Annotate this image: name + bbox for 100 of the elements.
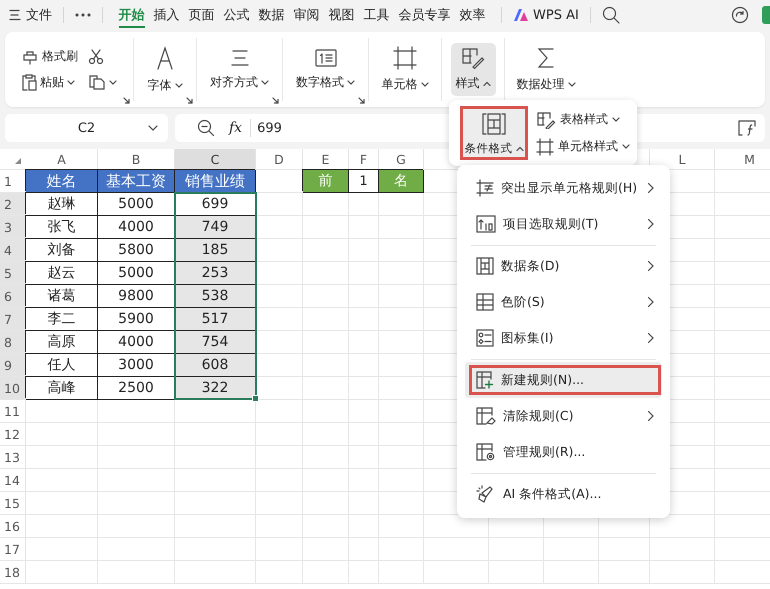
menu-item[interactable]: 管理规则(R)...	[465, 434, 662, 470]
format-painter-button[interactable]: 格式刷	[21, 48, 78, 65]
row-header[interactable]: 14	[0, 469, 26, 491]
table-cell: 749	[175, 216, 256, 238]
format-painter-icon	[21, 48, 39, 64]
table-style-button[interactable]: 表格样式	[536, 110, 630, 128]
label-cell: 名	[379, 170, 424, 192]
top-rules-icon	[476, 215, 496, 233]
zoom-out-icon	[197, 119, 215, 137]
row-header[interactable]: 16	[0, 515, 26, 537]
ribbon-tab[interactable]: 审阅	[294, 2, 320, 28]
row-header[interactable]: 12	[0, 423, 26, 445]
row-header[interactable]: 13	[0, 446, 26, 468]
header-cell: 基本工资	[98, 170, 175, 192]
header-cell: 姓名	[26, 170, 98, 192]
icon-set-icon	[476, 329, 494, 347]
table-cell: 754	[175, 331, 256, 353]
ribbon-tab[interactable]: 页面	[188, 2, 214, 28]
ribbon-tab[interactable]: 开始	[118, 2, 144, 28]
ribbon-tab[interactable]: 会员专享	[398, 2, 450, 28]
fill-handle[interactable]	[252, 395, 259, 402]
number-format-button[interactable]: 数字格式	[291, 44, 360, 95]
data-bar-icon	[476, 257, 494, 275]
row-header[interactable]: 11	[0, 400, 26, 422]
table-brush-icon	[536, 110, 556, 128]
table-cell: 608	[175, 354, 256, 376]
table-cell: 253	[175, 262, 256, 284]
row-header[interactable]: 2	[0, 193, 26, 215]
caret-icon	[109, 80, 117, 84]
row-header[interactable]: 6	[0, 285, 26, 307]
conditional-format-icon	[481, 112, 507, 136]
alignment-button[interactable]: 对齐方式	[205, 44, 274, 95]
table-cell: 538	[175, 285, 256, 307]
ribbon-tab[interactable]: 效率	[460, 2, 486, 28]
file-menu[interactable]: 文件	[26, 6, 52, 24]
menu-item[interactable]: AI 条件格式(A)...	[465, 476, 662, 512]
row-header[interactable]: 4	[0, 239, 26, 261]
styles-button[interactable]: 样式	[450, 43, 496, 96]
caret-icon	[261, 80, 269, 85]
menu-icon	[9, 9, 21, 21]
highlight-rules-icon	[476, 179, 494, 197]
wps-ai-button[interactable]: WPS AI	[513, 8, 579, 22]
ribbon-tab[interactable]: 工具	[364, 2, 390, 28]
new-rule-icon	[476, 371, 494, 389]
ribbon-tab[interactable]: 插入	[154, 2, 180, 28]
ribbon-tab[interactable]: 数据	[258, 2, 284, 28]
row-header[interactable]: 18	[0, 561, 26, 583]
table-cell: 185	[175, 239, 256, 261]
menu-item[interactable]: 新建规则(N)...	[465, 362, 662, 398]
manage-rules-icon	[476, 443, 496, 461]
conditional-format-button[interactable]: 条件格式	[460, 106, 528, 160]
cell-button[interactable]: 单元格	[376, 42, 434, 97]
function-panel-icon	[737, 119, 757, 137]
caret-icon	[347, 80, 355, 85]
menu-item[interactable]: 清除规则(C)	[465, 398, 662, 434]
row-header[interactable]: 5	[0, 262, 26, 284]
font-button[interactable]: 字体	[142, 41, 188, 98]
caret-icon	[67, 80, 75, 84]
menu-item[interactable]: 数据条(D)	[465, 248, 662, 284]
menu-item[interactable]: 色阶(S)	[465, 284, 662, 320]
insert-function-button[interactable]: fx	[229, 120, 242, 136]
row-header[interactable]: 3	[0, 216, 26, 238]
clear-rules-icon	[476, 407, 496, 425]
row-header[interactable]: 17	[0, 538, 26, 560]
column-header[interactable]: C	[175, 149, 256, 169]
menu-item[interactable]: 图标集(I)	[465, 320, 662, 356]
clipboard-icon	[21, 73, 37, 91]
table-brush-icon	[461, 47, 485, 69]
align-icon	[228, 48, 250, 68]
ribbon-tab[interactable]: 视图	[328, 2, 354, 28]
number-format-icon	[314, 48, 336, 68]
caret-icon	[420, 82, 428, 87]
caret-icon	[174, 83, 182, 88]
menu-item[interactable]: 项目选取规则(T)	[465, 206, 662, 242]
row-header[interactable]: 8	[0, 331, 26, 353]
ribbon-tab[interactable]: 公式	[224, 2, 250, 28]
chevron-down-icon	[148, 125, 158, 131]
data-tools-button[interactable]: 数据处理	[512, 42, 580, 97]
search-icon	[602, 6, 620, 24]
cell-icon	[393, 46, 417, 70]
status-badge	[762, 6, 770, 24]
menu-item[interactable]: 突出显示单元格规则(H)	[465, 170, 662, 206]
caret-icon	[482, 81, 490, 86]
cell-icon	[536, 138, 554, 156]
cell-style-button[interactable]: 单元格样式	[536, 138, 630, 156]
more-icon	[75, 13, 91, 17]
row-header[interactable]: 9	[0, 354, 26, 376]
ai-logo-icon	[513, 8, 529, 22]
paste-button[interactable]: 粘贴	[21, 73, 78, 91]
row-header[interactable]: 10	[0, 377, 26, 399]
row-header[interactable]: 7	[0, 308, 26, 330]
column-header[interactable]: M	[715, 149, 770, 169]
color-scale-icon	[476, 293, 494, 311]
table-cell: 322	[175, 377, 256, 399]
name-box[interactable]: C2	[5, 114, 168, 142]
row-header[interactable]: 15	[0, 492, 26, 514]
column-header[interactable]: D	[256, 149, 303, 169]
caret-icon	[568, 82, 576, 87]
label-cell: 前	[303, 170, 349, 192]
copy-button[interactable]	[88, 74, 117, 90]
